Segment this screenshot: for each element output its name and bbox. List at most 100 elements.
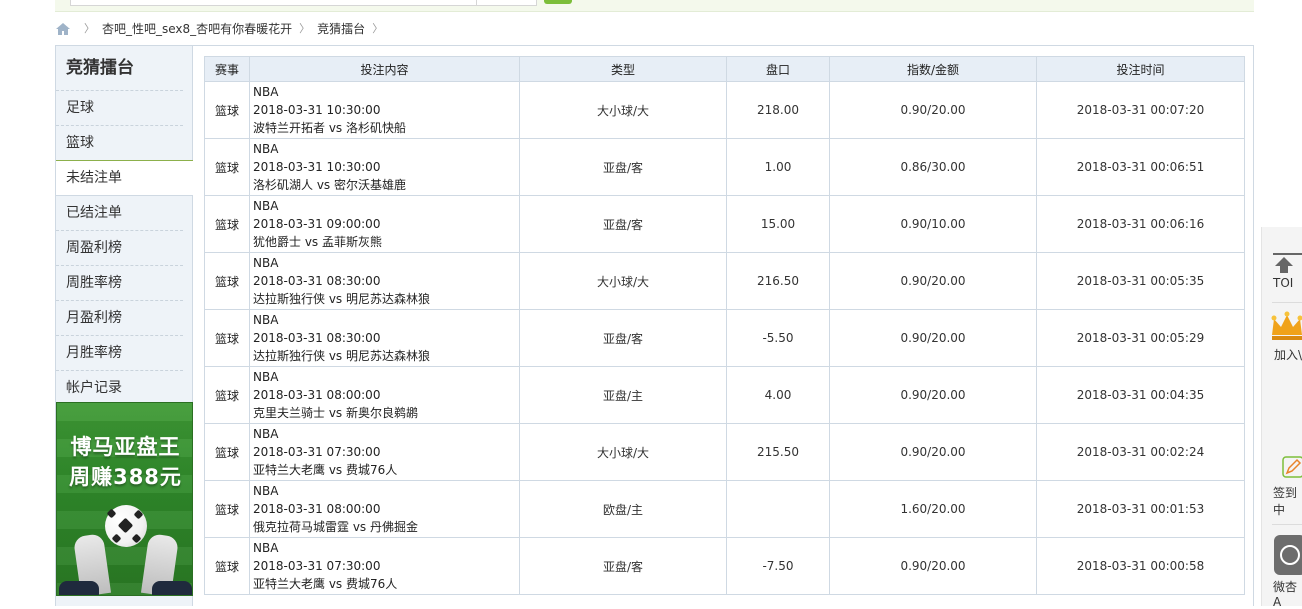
- table-row: 篮球NBA2018-03-31 08:00:00俄克拉荷马城雷霆 vs 丹佛掘金…: [205, 481, 1245, 538]
- cell-bet-time: 2018-03-31 00:05:35: [1037, 253, 1245, 310]
- toolbar-divider: [1272, 524, 1302, 525]
- cell-type: 亚盘/客: [520, 196, 727, 253]
- cell-odds-amount: 0.90/20.00: [830, 424, 1037, 481]
- cell-handicap: 218.00: [727, 82, 830, 139]
- cell-bet-content: NBA2018-03-31 09:00:00犹他爵士 vs 孟菲斯灰熊: [250, 196, 520, 253]
- cell-odds-amount: 0.90/20.00: [830, 253, 1037, 310]
- bet-time: 2018-03-31 07:30:00: [253, 557, 519, 575]
- sidebar-item-football[interactable]: 足球: [56, 90, 183, 125]
- cell-odds-amount: 0.90/20.00: [830, 82, 1037, 139]
- bet-time: 2018-03-31 10:30:00: [253, 158, 519, 176]
- table-row: 篮球NBA2018-03-31 10:30:00波特兰开拓者 vs 洛杉矶快船大…: [205, 82, 1245, 139]
- breadcrumb-link-current[interactable]: 竞猜擂台: [317, 20, 365, 38]
- app-logo-icon: [1262, 533, 1302, 577]
- bet-match: 达拉斯独行侠 vs 明尼苏达森林狼: [253, 290, 519, 308]
- bet-league: NBA: [253, 539, 519, 557]
- bet-time: 2018-03-31 08:30:00: [253, 329, 519, 347]
- cell-event: 篮球: [205, 253, 250, 310]
- player-shoe-right: [152, 581, 192, 595]
- table-row: 篮球NBA2018-03-31 08:00:00克里夫兰骑士 vs 新奥尔良鹈鹕…: [205, 367, 1245, 424]
- cell-odds-amount: 0.90/20.00: [830, 367, 1037, 424]
- sidebar-item-account-records[interactable]: 帐户记录: [56, 370, 183, 405]
- home-icon[interactable]: [55, 22, 71, 36]
- toolbar-divider: [1272, 302, 1302, 303]
- cell-handicap: 1.00: [727, 139, 830, 196]
- cell-event: 篮球: [205, 310, 250, 367]
- cell-bet-time: 2018-03-31 00:06:16: [1037, 196, 1245, 253]
- table-row: 篮球NBA2018-03-31 08:30:00达拉斯独行侠 vs 明尼苏达森林…: [205, 310, 1245, 367]
- top-search-strip: [55, 0, 1254, 12]
- cell-type: 亚盘/客: [520, 310, 727, 367]
- cell-event: 篮球: [205, 367, 250, 424]
- sidebar-item-monthly-winrate-rank[interactable]: 月胜率榜: [56, 335, 183, 370]
- player-shoe-left: [59, 581, 99, 595]
- sidebar-item-weekly-winrate-rank[interactable]: 周胜率榜: [56, 265, 183, 300]
- bet-time: 2018-03-31 09:00:00: [253, 215, 519, 233]
- cell-event: 篮球: [205, 196, 250, 253]
- col-header-event: 赛事: [205, 57, 250, 82]
- table-row: 篮球NBA2018-03-31 07:30:00亚特兰大老鹰 vs 费城76人大…: [205, 424, 1245, 481]
- col-header-handicap: 盘口: [727, 57, 830, 82]
- sign-in-button[interactable]: 签到中: [1262, 455, 1302, 518]
- cell-handicap: -5.50: [727, 310, 830, 367]
- search-input[interactable]: [70, 0, 537, 6]
- table-row: 篮球NBA2018-03-31 07:30:00亚特兰大老鹰 vs 费城76人亚…: [205, 538, 1245, 595]
- cell-odds-amount: 0.86/30.00: [830, 139, 1037, 196]
- cell-odds-amount: 0.90/20.00: [830, 310, 1037, 367]
- ad-banner[interactable]: 博马亚盘王 周赚388元: [56, 402, 193, 596]
- sidebar-title: 竞猜擂台: [56, 46, 192, 90]
- sidebar-item-weekly-profit-rank[interactable]: 周盈利榜: [56, 230, 183, 265]
- bet-league: NBA: [253, 254, 519, 272]
- breadcrumb: 〉 杏吧_性吧_sex8_杏吧有你春暖花开 〉 竞猜擂台 〉: [55, 20, 390, 38]
- sidebar-menu: 足球 篮球 未结注单 已结注单 周盈利榜 周胜率榜 月盈利榜 月胜率榜 帐户记录: [56, 90, 192, 405]
- sidebar-item-monthly-profit-rank[interactable]: 月盈利榜: [56, 300, 183, 335]
- sidebar-item-open-bets[interactable]: 未结注单: [56, 160, 193, 196]
- table-row: 篮球NBA2018-03-31 08:30:00达拉斯独行侠 vs 明尼苏达森林…: [205, 253, 1245, 310]
- cell-event: 篮球: [205, 481, 250, 538]
- cell-bet-time: 2018-03-31 00:02:24: [1037, 424, 1245, 481]
- col-header-bet-time: 投注时间: [1037, 57, 1245, 82]
- join-vip-button[interactable]: 加入\: [1262, 309, 1302, 363]
- cell-handicap: [727, 481, 830, 538]
- table-row: 篮球NBA2018-03-31 10:30:00洛杉矶湖人 vs 密尔沃基雄鹿亚…: [205, 139, 1245, 196]
- cell-type: 亚盘/客: [520, 139, 727, 196]
- sidebar-item-basketball[interactable]: 篮球: [56, 125, 183, 160]
- bet-time: 2018-03-31 10:30:00: [253, 101, 519, 119]
- cell-type: 大小球/大: [520, 82, 727, 139]
- right-floating-toolbar: TOI 加入\ 签到中 微杏A: [1261, 227, 1302, 606]
- cell-handicap: 4.00: [727, 367, 830, 424]
- cell-handicap: 216.50: [727, 253, 830, 310]
- cell-type: 亚盘/主: [520, 367, 727, 424]
- cell-handicap: -7.50: [727, 538, 830, 595]
- cell-bet-time: 2018-03-31 00:07:20: [1037, 82, 1245, 139]
- back-to-top-button[interactable]: TOI: [1262, 247, 1302, 290]
- sidebar-item-settled-bets[interactable]: 已结注单: [56, 196, 183, 230]
- cell-event: 篮球: [205, 538, 250, 595]
- cell-odds-amount: 1.60/20.00: [830, 481, 1037, 538]
- sign-in-label: 签到中: [1262, 484, 1302, 518]
- bet-league: NBA: [253, 425, 519, 443]
- bet-match: 犹他爵士 vs 孟菲斯灰熊: [253, 233, 519, 251]
- bet-match: 波特兰开拓者 vs 洛杉矶快船: [253, 119, 519, 137]
- cell-bet-time: 2018-03-31 00:05:29: [1037, 310, 1245, 367]
- bet-league: NBA: [253, 482, 519, 500]
- cell-bet-time: 2018-03-31 00:06:51: [1037, 139, 1245, 196]
- breadcrumb-link-home[interactable]: 杏吧_性吧_sex8_杏吧有你春暖花开: [102, 20, 292, 38]
- bet-match: 俄克拉荷马城雷霆 vs 丹佛掘金: [253, 518, 519, 536]
- ad-headline: 博马亚盘王: [57, 431, 193, 461]
- bet-time: 2018-03-31 08:00:00: [253, 386, 519, 404]
- pencil-edit-icon: [1262, 455, 1302, 481]
- cell-type: 亚盘/客: [520, 538, 727, 595]
- cell-bet-content: NBA2018-03-31 10:30:00波特兰开拓者 vs 洛杉矶快船: [250, 82, 520, 139]
- cell-bet-content: NBA2018-03-31 07:30:00亚特兰大老鹰 vs 费城76人: [250, 538, 520, 595]
- cell-bet-time: 2018-03-31 00:01:53: [1037, 481, 1245, 538]
- soccer-ball-icon: [105, 505, 147, 547]
- cell-event: 篮球: [205, 82, 250, 139]
- join-vip-label: 加入\: [1262, 346, 1302, 363]
- top-label: TOI: [1262, 276, 1302, 290]
- cell-event: 篮球: [205, 139, 250, 196]
- app-download-button[interactable]: 微杏A: [1262, 533, 1302, 609]
- crown-icon: [1262, 309, 1302, 343]
- search-button[interactable]: [544, 0, 572, 4]
- table-header-row: 赛事 投注内容 类型 盘口 指数/金额 投注时间: [205, 57, 1245, 82]
